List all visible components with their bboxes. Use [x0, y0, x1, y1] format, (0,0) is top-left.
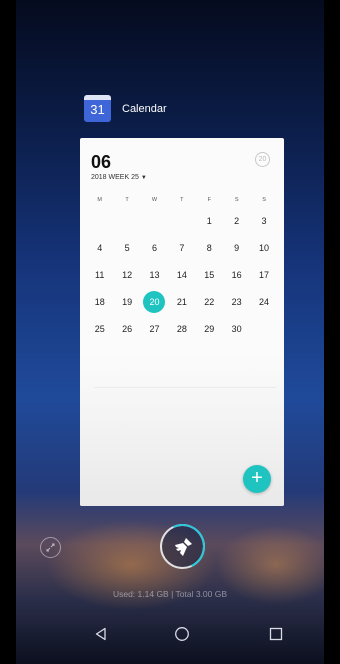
date-number: 2: [234, 215, 240, 226]
date-number: 26: [122, 323, 133, 334]
date-number: 1: [206, 215, 212, 226]
date-cell[interactable]: 17: [250, 270, 277, 280]
recent-apps-button[interactable]: [266, 624, 286, 644]
date-number: 11: [95, 269, 105, 280]
app-header[interactable]: 31 Calendar: [84, 95, 167, 122]
back-triangle-icon: [95, 627, 106, 641]
date-number: 7: [179, 242, 185, 253]
today-button[interactable]: 20: [255, 152, 270, 167]
month-title: 06: [91, 152, 112, 172]
date-cell[interactable]: 18: [86, 297, 113, 307]
home-circle-icon: [175, 627, 189, 641]
date-number: 10: [259, 242, 270, 253]
week-row: 1 2 3: [86, 207, 278, 234]
date-number: 5: [124, 242, 130, 253]
date-number: 24: [259, 296, 270, 307]
weekday-label: S: [262, 197, 266, 203]
date-number: 30: [231, 323, 242, 334]
date-number: 27: [149, 323, 160, 334]
weekday-label: W: [151, 197, 158, 203]
date-number: 17: [259, 269, 270, 280]
date-number: 19: [122, 296, 133, 307]
app-name: Calendar: [122, 102, 167, 115]
date-cell[interactable]: 15: [196, 270, 223, 280]
date-cell[interactable]: 6: [141, 243, 168, 253]
date-cell[interactable]: 5: [113, 243, 140, 253]
date-cell[interactable]: 8: [196, 243, 223, 253]
date-number: 29: [204, 323, 215, 334]
date-cell[interactable]: 7: [168, 243, 195, 253]
date-number: 8: [206, 242, 212, 253]
date-number: 6: [151, 242, 157, 253]
week-row: 25 26 27 28 29 30: [86, 315, 278, 342]
weekday-label: M: [97, 197, 102, 203]
week-selector[interactable]: 2018 WEEK 25 ▼: [91, 174, 147, 181]
week-row: 18 19 20 21 22 23 24: [86, 288, 278, 315]
date-number: 23: [231, 296, 242, 307]
date-cell[interactable]: 4: [86, 243, 113, 253]
week-label: 2018 WEEK 25: [91, 174, 139, 181]
chevron-down-icon: ▼: [140, 175, 147, 181]
lock-apps-icon: [46, 543, 55, 552]
date-cell[interactable]: 19: [113, 297, 140, 307]
date-cell-selected[interactable]: 20: [141, 290, 168, 313]
date-cell[interactable]: 24: [250, 297, 277, 307]
date-number: 4: [97, 242, 103, 253]
app-icon-day: 31: [90, 102, 105, 117]
date-cell[interactable]: 12: [113, 270, 140, 280]
date-cell[interactable]: 22: [196, 297, 223, 307]
date-number: 12: [122, 269, 133, 280]
date-cell[interactable]: 13: [141, 270, 168, 280]
weekday-label: S: [234, 197, 239, 203]
lock-apps-button[interactable]: [40, 537, 61, 558]
date-cell[interactable]: 29: [196, 324, 223, 334]
navigation-bar: [16, 606, 324, 664]
date-number: 22: [204, 296, 215, 307]
icon-header-strip: [84, 95, 111, 100]
week-row: 11 12 13 14 15 16 17: [86, 261, 278, 288]
memory-usage: Used: 1.14 GB | Total 3.00 GB: [112, 589, 228, 599]
date-number: 25: [94, 323, 105, 334]
weekday-header: M T W T F S S: [86, 193, 278, 207]
date-number: 18: [94, 296, 105, 307]
date-cell[interactable]: 9: [223, 243, 250, 253]
date-number: 13: [149, 269, 160, 280]
back-button[interactable]: [91, 624, 111, 644]
add-event-button[interactable]: +: [243, 465, 271, 493]
date-cell[interactable]: 21: [168, 297, 195, 307]
date-cell[interactable]: 14: [168, 270, 195, 280]
divider: [94, 387, 276, 388]
date-number: 14: [176, 269, 187, 280]
date-cell[interactable]: 3: [250, 216, 277, 226]
date-number: 28: [176, 323, 187, 334]
date-cell[interactable]: 27: [141, 324, 168, 334]
date-cell[interactable]: 2: [223, 216, 250, 226]
date-cell[interactable]: 26: [113, 324, 140, 334]
calendar-app-card[interactable]: 06 2018 WEEK 25 ▼ 20 M T W T F S S 123456…: [80, 138, 284, 506]
weekday-label: F: [207, 197, 211, 203]
date-cell[interactable]: 1: [196, 216, 223, 226]
calendar-app-icon[interactable]: 31: [84, 95, 111, 122]
home-button[interactable]: [172, 624, 192, 644]
week-row: 4 5 6 7 8 9 10: [86, 234, 278, 261]
date-number: 21: [176, 296, 187, 307]
date-cell[interactable]: 10: [250, 243, 277, 253]
date-cell[interactable]: 28: [168, 324, 195, 334]
recent-square-icon: [269, 627, 283, 641]
weekday-label: T: [180, 197, 184, 203]
date-cell[interactable]: 11: [86, 270, 113, 280]
clean-memory-button[interactable]: [153, 517, 212, 576]
date-cell[interactable]: 16: [223, 270, 250, 280]
date-number: 9: [234, 242, 240, 253]
date-cell[interactable]: 25: [86, 324, 113, 334]
date-number: 16: [231, 269, 242, 280]
date-number: 15: [204, 269, 215, 280]
weekday-label: T: [125, 197, 129, 203]
date-number: 3: [261, 215, 267, 226]
date-cell[interactable]: 30: [223, 324, 250, 334]
month-grid: M T W T F S S 1 2 3 4 5 6 7 8 9 10 11 12 13 14 15 16 17 1…: [86, 193, 278, 342]
date-cell[interactable]: 23: [223, 297, 250, 307]
broom-clean-icon: [175, 538, 192, 556]
date-number: 20: [149, 296, 160, 307]
